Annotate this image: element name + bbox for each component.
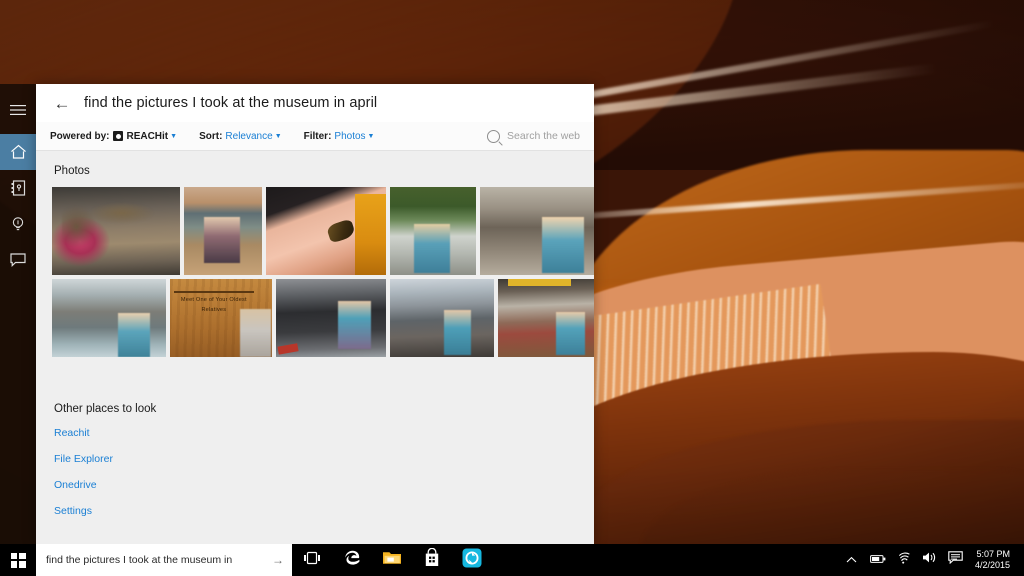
show-hidden-icons-button[interactable] xyxy=(839,544,865,576)
photo-thumb xyxy=(390,279,494,357)
other-place-link-settings[interactable]: Settings xyxy=(54,505,578,517)
photo-hand-insect[interactable] xyxy=(266,187,386,275)
task-view-icon xyxy=(303,551,321,570)
hamburger-icon xyxy=(10,104,26,116)
photo-dinosaur-skeleton[interactable] xyxy=(52,187,180,275)
action-center-icon xyxy=(948,551,963,569)
battery-icon xyxy=(870,551,886,569)
wifi-icon xyxy=(897,551,911,569)
sidebar-item-notebook[interactable] xyxy=(0,170,36,206)
provider-name[interactable]: REACHit xyxy=(126,131,168,142)
windows-logo-icon xyxy=(11,553,26,568)
store-button[interactable] xyxy=(412,544,452,576)
battery-button[interactable] xyxy=(865,544,891,576)
hamburger-menu-button[interactable] xyxy=(0,92,36,128)
cortana-header: ← find the pictures I took at the museum… xyxy=(36,84,594,122)
back-arrow-icon[interactable]: ← xyxy=(50,91,74,115)
sort-value[interactable]: Relevance xyxy=(225,131,272,142)
photo-gift-shop[interactable] xyxy=(498,279,594,357)
photo-hippo-display[interactable] xyxy=(52,279,166,357)
edge-button[interactable] xyxy=(332,544,372,576)
filter-value[interactable]: Photos xyxy=(334,131,365,142)
submit-arrow-icon[interactable]: → xyxy=(272,553,284,567)
photo-thumb xyxy=(52,279,166,357)
system-tray: 5:07 PM 4/2/2015 xyxy=(839,544,1024,576)
filter-label: Filter: xyxy=(304,131,332,142)
store-bag-icon xyxy=(424,548,440,572)
chevron-down-icon[interactable]: ▼ xyxy=(368,133,375,140)
other-place-link-reachit[interactable]: Reachit xyxy=(54,427,578,439)
photo-row-1 xyxy=(52,187,578,275)
action-center-button[interactable] xyxy=(943,544,969,576)
photo-thumb xyxy=(390,187,476,275)
photo-girl-plants[interactable] xyxy=(390,187,476,275)
photo-thumb xyxy=(498,279,594,357)
photo-thumb xyxy=(184,187,262,275)
notebook-icon xyxy=(11,180,26,196)
speaker-icon xyxy=(922,551,937,569)
photo-wood-sign[interactable]: Meet One of Your Oldest Relatives xyxy=(170,279,272,357)
photo-air-space[interactable] xyxy=(390,279,494,357)
photo-thumb xyxy=(52,187,180,275)
sign-rule xyxy=(174,291,254,293)
photo-girl-vehicle[interactable] xyxy=(276,279,386,357)
cortana-nav-rail xyxy=(0,84,36,552)
taskbar-search-input[interactable]: find the pictures I took at the museum i… xyxy=(36,544,292,576)
reachit-logo-icon xyxy=(113,131,123,141)
clock-time: 5:07 PM xyxy=(976,549,1010,561)
other-places-title: Other places to look xyxy=(54,403,578,415)
photo-detail xyxy=(355,194,386,275)
reachit-app-icon xyxy=(462,548,482,573)
edge-icon xyxy=(342,548,362,573)
screen: ← find the pictures I took at the museum… xyxy=(0,0,1024,576)
cortana-results-body: Photos Meet One of Your Oldest Relatives xyxy=(36,151,594,544)
reachit-app-button[interactable] xyxy=(452,544,492,576)
photos-section-title: Photos xyxy=(54,165,578,177)
sort-group[interactable]: Sort: Relevance ▼ xyxy=(199,131,282,142)
photo-thumb xyxy=(480,187,594,275)
search-the-web-label: Search the web xyxy=(507,130,580,142)
photo-museum-interior[interactable] xyxy=(184,187,262,275)
search-icon xyxy=(487,130,500,143)
sidebar-item-home[interactable] xyxy=(0,134,36,170)
speech-bubble-icon xyxy=(10,253,26,267)
home-icon xyxy=(10,144,27,160)
other-place-link-file-explorer[interactable]: File Explorer xyxy=(54,453,578,465)
other-place-link-onedrive[interactable]: Onedrive xyxy=(54,479,578,491)
sidebar-item-reminders[interactable] xyxy=(0,206,36,242)
cortana-search-panel: ← find the pictures I took at the museum… xyxy=(36,84,594,544)
taskbar: find the pictures I took at the museum i… xyxy=(0,544,1024,576)
chevron-down-icon[interactable]: ▼ xyxy=(275,133,282,140)
photo-detail xyxy=(240,309,271,357)
taskbar-search-value: find the pictures I took at the museum i… xyxy=(46,554,268,566)
chevron-up-icon xyxy=(846,551,857,569)
filter-group[interactable]: Filter: Photos ▼ xyxy=(304,131,375,142)
file-explorer-button[interactable] xyxy=(372,544,412,576)
task-view-button[interactable] xyxy=(292,544,332,576)
search-query-text: find the pictures I took at the museum i… xyxy=(84,95,377,111)
photo-detail xyxy=(508,279,570,286)
lightbulb-icon xyxy=(11,216,25,232)
folder-icon xyxy=(382,549,402,571)
cortana-toolbar: Powered by: REACHit ▼ Sort: Relevance ▼ … xyxy=(36,122,594,151)
powered-by-label: Powered by: xyxy=(50,131,109,142)
powered-by-group: Powered by: REACHit ▼ xyxy=(50,131,177,142)
network-button[interactable] xyxy=(891,544,917,576)
chevron-down-icon[interactable]: ▼ xyxy=(170,133,177,140)
photo-row-2: Meet One of Your Oldest Relatives xyxy=(52,279,578,357)
clock[interactable]: 5:07 PM 4/2/2015 xyxy=(969,544,1018,576)
start-button[interactable] xyxy=(0,544,36,576)
search-the-web-button[interactable]: Search the web xyxy=(487,130,580,143)
sidebar-item-feedback[interactable] xyxy=(0,242,36,278)
volume-button[interactable] xyxy=(917,544,943,576)
clock-date: 4/2/2015 xyxy=(975,560,1010,572)
photo-zebra-display[interactable] xyxy=(480,187,594,275)
sort-label: Sort: xyxy=(199,131,222,142)
